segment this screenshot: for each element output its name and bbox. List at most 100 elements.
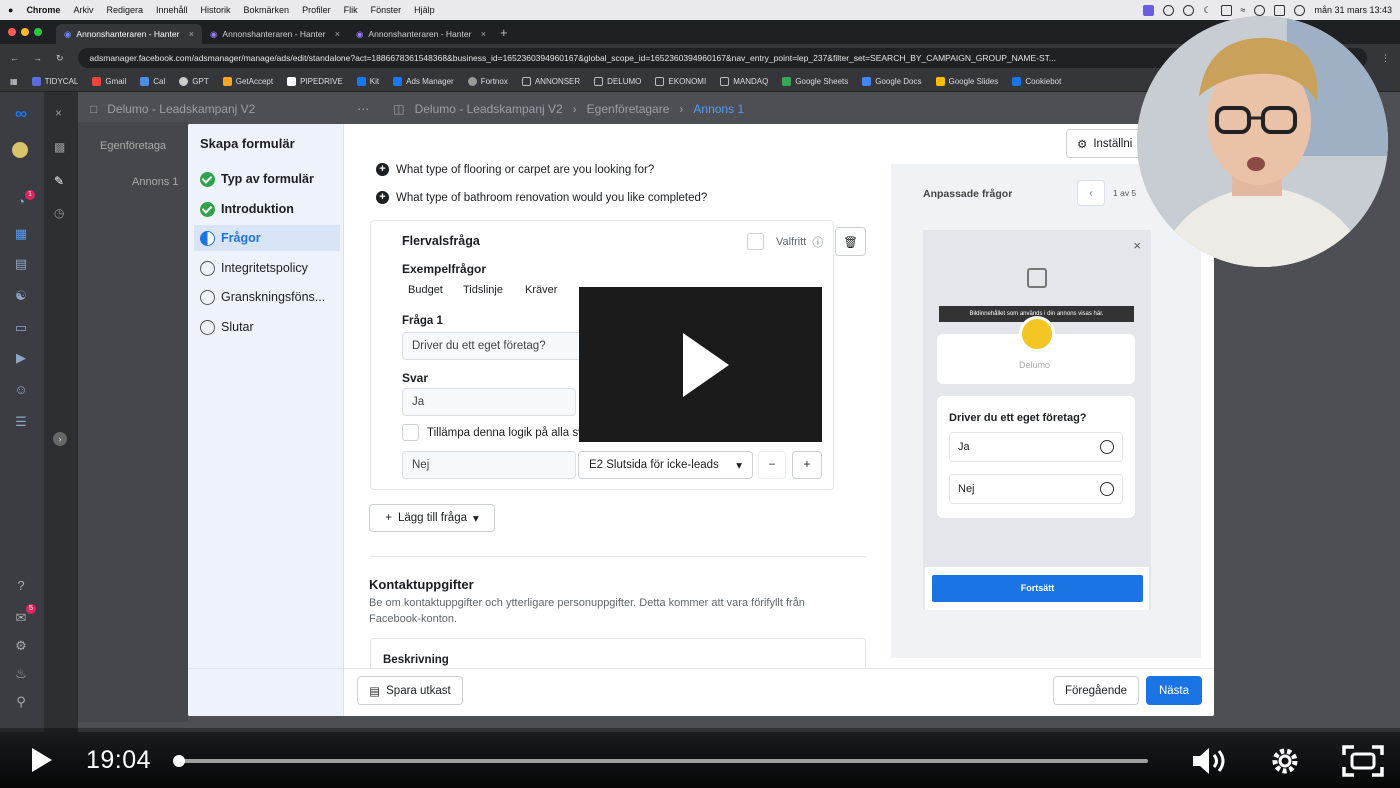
close-icon[interactable]: × xyxy=(55,106,62,120)
answer-input[interactable]: Ja xyxy=(402,388,576,416)
preview-option[interactable]: Ja xyxy=(949,432,1123,462)
step-review[interactable]: Granskningsföns... xyxy=(194,284,340,310)
save-draft-button[interactable]: ▤ Spara utkast xyxy=(357,676,463,705)
answer-input[interactable]: Nej xyxy=(402,451,576,479)
play-icon[interactable] xyxy=(683,333,729,397)
account-avatar[interactable] xyxy=(12,142,28,158)
megaphone-icon[interactable]: ▶ xyxy=(12,350,30,366)
sidebar-toggle-icon[interactable]: ◫ xyxy=(393,102,404,116)
maximize-window-icon[interactable] xyxy=(34,28,42,36)
billing-icon[interactable]: ▭ xyxy=(12,320,30,336)
video-progress-handle[interactable] xyxy=(172,755,185,767)
bookmark[interactable]: GPT xyxy=(179,77,209,86)
preview-option[interactable]: Nej xyxy=(949,474,1123,504)
add-question-button[interactable]: + Lägg till fråga ▾ xyxy=(369,504,495,532)
expand-icon[interactable]: › xyxy=(53,432,67,446)
menu-item[interactable]: Historik xyxy=(201,5,231,15)
help-icon[interactable]: ? xyxy=(12,578,30,594)
preview-prev-button[interactable]: ‹ xyxy=(1077,180,1105,206)
optional-toggle[interactable]: Valfritt ⓘ xyxy=(747,233,823,250)
close-window-icon[interactable] xyxy=(8,28,16,36)
edit-icon[interactable]: ✎ xyxy=(54,174,64,188)
people-icon[interactable]: ☺ xyxy=(12,382,30,398)
continue-button[interactable]: Fortsätt xyxy=(932,575,1143,602)
play-button[interactable] xyxy=(28,745,54,775)
audience-icon[interactable]: ☯ xyxy=(12,288,30,304)
step-privacy[interactable]: Integritetspolicy xyxy=(194,255,340,281)
tree-ad[interactable]: Annons 1 xyxy=(132,176,178,188)
breadcrumb-adset[interactable]: Egenföretagare xyxy=(587,102,670,116)
more-icon[interactable]: ⋯ xyxy=(357,102,369,116)
search-icon[interactable]: ⚲ xyxy=(12,694,30,710)
bookmark[interactable]: Google Slides xyxy=(935,77,998,86)
example-chip[interactable]: Kräver xyxy=(525,284,557,296)
example-chip[interactable]: Budget xyxy=(408,284,443,296)
bookmark[interactable]: Ads Manager xyxy=(393,77,454,86)
tree-adset[interactable]: Egenföretaga xyxy=(100,140,166,152)
menu-item[interactable]: Redigera xyxy=(106,5,143,15)
display-icon[interactable] xyxy=(1220,4,1232,16)
bookmark[interactable]: Google Docs xyxy=(862,77,922,86)
control-center-icon[interactable] xyxy=(1274,4,1286,16)
settings-status-icon[interactable] xyxy=(1163,4,1175,16)
back-icon[interactable]: ← xyxy=(10,53,19,63)
breadcrumb-ad[interactable]: Annons 1 xyxy=(693,102,744,116)
question-option[interactable]: + What type of bathroom renovation would … xyxy=(376,191,707,204)
menu-item[interactable]: Profiler xyxy=(302,5,331,15)
remove-answer-button[interactable]: − xyxy=(758,451,786,479)
chart-icon[interactable]: ▩ xyxy=(54,140,65,154)
bookmark[interactable]: Kit xyxy=(356,77,379,86)
focus-icon[interactable] xyxy=(1183,4,1195,16)
video-progress-track[interactable] xyxy=(176,759,1148,763)
menu-item[interactable]: Flik xyxy=(344,5,358,15)
bell-icon[interactable]: ♨ xyxy=(12,666,30,682)
step-end[interactable]: Slutar xyxy=(194,314,340,340)
menu-item[interactable]: Fönster xyxy=(371,5,402,15)
browser-tab[interactable]: ◉ Annonshanteraren - Hanter × xyxy=(348,24,494,44)
bookmark-folder[interactable]: DELUMO xyxy=(594,77,641,86)
answer-destination-select[interactable]: E2 Slutsida för icke-leads ▾ xyxy=(578,451,753,479)
clock[interactable]: mån 31 mars 13:43 xyxy=(1314,5,1392,15)
history-icon[interactable]: ◷ xyxy=(54,206,64,220)
apply-logic-row[interactable]: Tillämpa denna logik på alla sv xyxy=(402,424,584,441)
step-form-type[interactable]: Typ av formulär xyxy=(194,166,340,192)
add-answer-button[interactable]: + xyxy=(792,451,822,479)
browser-tab[interactable]: ◉ Annonshanteraren - Hanter × xyxy=(202,24,348,44)
settings-gear-icon[interactable] xyxy=(1267,744,1303,778)
close-tab-icon[interactable]: × xyxy=(189,29,194,39)
settings-icon[interactable]: ⚙ xyxy=(12,638,30,654)
browser-tab[interactable]: ◉ Annonshanteraren - Hanter × xyxy=(56,24,202,44)
close-tab-icon[interactable]: × xyxy=(481,29,486,39)
extensions-icon[interactable]: ⋮ xyxy=(1381,53,1390,64)
app-menu[interactable]: Chrome xyxy=(26,5,60,15)
previous-button[interactable]: Föregående xyxy=(1053,676,1139,705)
menu-item[interactable]: Arkiv xyxy=(73,5,93,15)
apps-icon[interactable]: ▦ xyxy=(10,77,18,86)
bookmark-folder[interactable]: EKONOMI xyxy=(655,77,706,86)
bookmark[interactable]: Fortnox xyxy=(467,77,508,86)
bookmark[interactable]: TIDYCAL xyxy=(31,77,78,86)
bookmark[interactable]: Cal xyxy=(140,77,165,86)
delete-question-button[interactable]: 🗑 xyxy=(835,227,866,256)
example-chip[interactable]: Tidslinje xyxy=(463,284,503,296)
menu-item[interactable]: Bokmärken xyxy=(244,5,290,15)
volume-icon[interactable] xyxy=(1190,744,1230,778)
screen-record-icon[interactable] xyxy=(1143,4,1155,16)
breadcrumb-campaign[interactable]: Delumo - Leadskampanj V2 xyxy=(415,102,563,116)
question-option[interactable]: + What type of flooring or carpet are you… xyxy=(376,163,654,176)
bookmark[interactable]: Google Sheets xyxy=(782,77,848,86)
step-intro[interactable]: Introduktion xyxy=(194,196,340,222)
minimize-window-icon[interactable] xyxy=(21,28,29,36)
moon-icon[interactable]: ☾ xyxy=(1203,5,1211,16)
optional-checkbox[interactable] xyxy=(747,233,764,250)
new-tab-icon[interactable]: + xyxy=(500,25,508,40)
fullscreen-icon[interactable] xyxy=(1340,743,1386,779)
menu-item[interactable]: Hjälp xyxy=(414,5,435,15)
next-button[interactable]: Nästa xyxy=(1146,676,1202,705)
menu-item[interactable]: Innehåll xyxy=(156,5,188,15)
campaign-name[interactable]: Delumo - Leadskampanj V2 xyxy=(107,102,347,116)
bookmark-folder[interactable]: MANDAQ xyxy=(720,77,768,86)
reload-icon[interactable]: ↻ xyxy=(56,53,64,64)
bookmark-folder[interactable]: ANNONSER xyxy=(521,77,580,86)
user-icon[interactable] xyxy=(1254,4,1266,16)
